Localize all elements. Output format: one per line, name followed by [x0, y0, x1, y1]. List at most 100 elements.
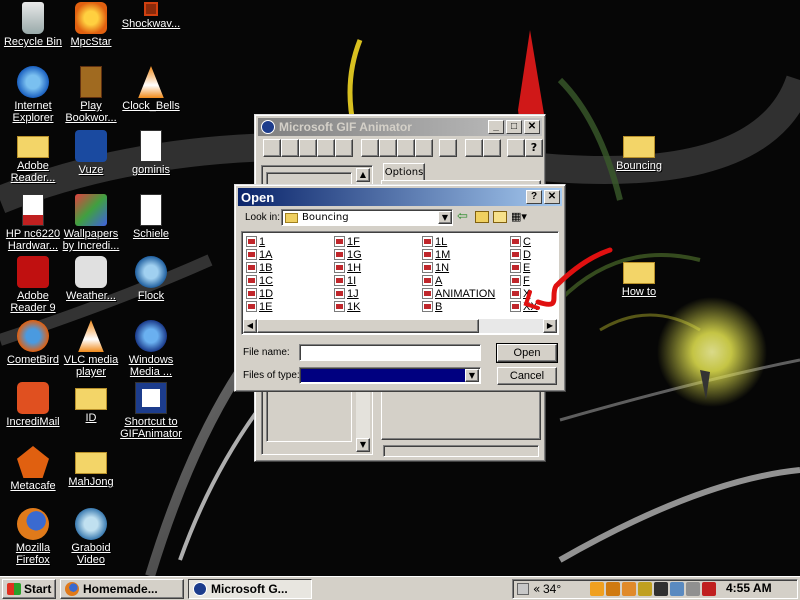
desktop-icon-hp-nc6220[interactable]: HP nc6220 Hardwar... — [0, 194, 66, 252]
desktop-icon-recycle-bin[interactable]: Recycle Bin — [0, 2, 66, 48]
delete-icon[interactable] — [415, 139, 433, 157]
desktop-icon-bouncing[interactable]: Bouncing — [606, 130, 672, 172]
tab-options[interactable]: Options — [383, 163, 425, 181]
help-button[interactable]: ? — [526, 190, 542, 204]
file-list[interactable]: 1 1A 1B 1C 1D 1E 1F 1G 1H 1I 1J 1K 1L 1M 1N A ANIMATION B… — [241, 231, 613, 335]
cancel-button[interactable]: Cancel — [497, 367, 557, 385]
scroll-thumb[interactable] — [257, 319, 479, 333]
file-item[interactable]: B — [422, 300, 442, 313]
file-item[interactable]: 1A — [246, 248, 272, 261]
file-item[interactable]: 1M — [422, 248, 450, 261]
desktop-icon-mpcstar[interactable]: MpcStar — [58, 2, 124, 48]
play-icon[interactable] — [507, 139, 525, 157]
file-name-input[interactable] — [299, 344, 481, 361]
open-button[interactable]: Open — [496, 343, 558, 363]
task-button-homemade[interactable]: Homemade... — [60, 579, 184, 599]
up-folder-icon[interactable] — [475, 211, 489, 223]
desktop-icon-incredimail[interactable]: IncrediMail — [0, 382, 66, 428]
mail-tray-icon[interactable] — [622, 582, 636, 596]
scroll-left-arrow[interactable]: ◀ — [243, 319, 257, 333]
back-arrow-icon[interactable]: ⇦ — [457, 210, 471, 224]
desktop-icon-schiele[interactable]: Schiele — [118, 194, 184, 240]
desktop-icon-adobe-reader-9[interactable]: Adobe Reader 9 — [0, 256, 66, 314]
file-item[interactable]: C — [510, 235, 531, 248]
scroll-right-arrow[interactable]: ▶ — [543, 319, 557, 333]
clock[interactable]: 4:55 AM — [726, 581, 772, 595]
desktop-icon-clock-bells[interactable]: Clock_Bells — [118, 66, 184, 112]
file-item[interactable]: 1 — [246, 235, 265, 248]
insert-icon[interactable] — [317, 139, 335, 157]
file-list-hscrollbar[interactable]: ◀ ▶ — [243, 319, 557, 333]
chevron-down-icon[interactable]: ▼ — [465, 369, 479, 382]
desktop-icon-gominis[interactable]: gominis — [118, 130, 184, 176]
desktop-icon-vlc[interactable]: VLC media player — [58, 320, 124, 378]
scroll-up-arrow[interactable]: ▲ — [356, 168, 370, 182]
file-item[interactable]: 1K — [334, 300, 360, 313]
file-item[interactable]: 1J — [334, 287, 359, 300]
desktop-icon-graboid[interactable]: Graboid Video — [58, 508, 124, 566]
desktop-icon-gifanimator-shortcut[interactable]: Shortcut to GIFAnimator — [118, 382, 184, 440]
file-item[interactable]: 1E — [246, 300, 272, 313]
look-in-dropdown[interactable]: Bouncing ▼ — [281, 209, 453, 226]
desktop-icon-how-to[interactable]: How to — [606, 256, 672, 298]
cut-icon[interactable] — [361, 139, 379, 157]
open-dialog-titlebar[interactable]: Open ? ✕ — [238, 188, 562, 206]
new-folder-icon[interactable] — [493, 211, 507, 223]
file-item[interactable]: ANIMATION — [422, 287, 495, 300]
shield-tray-icon[interactable] — [702, 582, 716, 596]
sound-tray-icon[interactable] — [606, 582, 620, 596]
close-button[interactable]: ✕ — [544, 190, 560, 204]
gif-animator-titlebar[interactable]: Microsoft GIF Animator _ □ ✕ — [258, 118, 542, 136]
temperature-readout[interactable]: 34° — [543, 582, 561, 596]
chevron-down-icon[interactable]: ▼ — [438, 211, 452, 224]
calendar-tray-icon[interactable] — [654, 582, 668, 596]
file-item[interactable]: 1F — [334, 235, 360, 248]
security-tray-icon[interactable] — [638, 582, 652, 596]
desktop-icon-vuze[interactable]: Vuze — [58, 130, 124, 176]
desktop-icon-id[interactable]: ID — [58, 382, 124, 424]
desktop-icon-weather[interactable]: Weather... — [58, 256, 124, 302]
file-item[interactable]: 1L — [422, 235, 447, 248]
desktop-icon-firefox[interactable]: Mozilla Firefox — [0, 508, 66, 566]
desktop-icon-flock[interactable]: Flock — [118, 256, 184, 302]
save-icon[interactable] — [299, 139, 317, 157]
desktop-icon-metacafe[interactable]: Metacafe — [0, 446, 66, 492]
desktop-icon-windows-media[interactable]: Windows Media ... — [118, 320, 184, 378]
file-item[interactable]: 1H — [334, 261, 361, 274]
task-button-gif-animator[interactable]: Microsoft G... — [188, 579, 312, 599]
view-menu-icon[interactable]: ▦▾ — [511, 210, 533, 224]
file-item[interactable]: 1N — [422, 261, 449, 274]
open-dialog[interactable]: Open ? ✕ Look in: Bouncing ▼ ⇦ ▦▾ 1 1A 1B 1… — [234, 184, 613, 392]
tray-expand-chevron[interactable]: « — [533, 582, 540, 596]
desktop-icon-mahjong[interactable]: MahJong — [58, 446, 124, 488]
desktop-icon-cometbird[interactable]: CometBird — [0, 320, 66, 366]
file-item[interactable]: 1B — [246, 261, 272, 274]
close-button[interactable]: ✕ — [524, 120, 540, 134]
move-down-icon[interactable] — [483, 139, 501, 157]
paste-icon[interactable] — [397, 139, 415, 157]
desktop-icon-play-bookworm[interactable]: Play Bookwor... — [58, 66, 124, 124]
open-folder-icon[interactable] — [281, 139, 299, 157]
volume-tray-icon[interactable] — [686, 582, 700, 596]
file-item[interactable]: 1C — [246, 274, 273, 287]
desktop-icon-wallpapers[interactable]: Wallpapers by Incredi... — [58, 194, 124, 252]
new-icon[interactable] — [263, 139, 281, 157]
minimize-button[interactable]: _ — [488, 120, 504, 134]
network-tray-icon[interactable] — [670, 582, 684, 596]
move-up-icon[interactable] — [465, 139, 483, 157]
desktop-icon-internet-explorer[interactable]: Internet Explorer — [0, 66, 66, 124]
desktop-icon-adobe-reader[interactable]: Adobe Reader... — [0, 130, 66, 184]
files-of-type-select[interactable]: ▼ — [299, 367, 481, 384]
maximize-button[interactable]: □ — [506, 120, 522, 134]
select-all-icon[interactable] — [439, 139, 457, 157]
file-item[interactable]: 1D — [246, 287, 273, 300]
start-button[interactable]: Start — [2, 579, 56, 599]
file-item[interactable]: 1I — [334, 274, 356, 287]
file-item[interactable]: 1G — [334, 248, 362, 261]
help-icon[interactable]: ? — [525, 139, 543, 157]
desktop-icon-shockwave[interactable]: Shockwav... — [118, 2, 184, 30]
save-as-icon[interactable] — [335, 139, 353, 157]
weather-icon[interactable] — [517, 583, 529, 595]
copy-icon[interactable] — [379, 139, 397, 157]
file-item[interactable]: A — [422, 274, 442, 287]
